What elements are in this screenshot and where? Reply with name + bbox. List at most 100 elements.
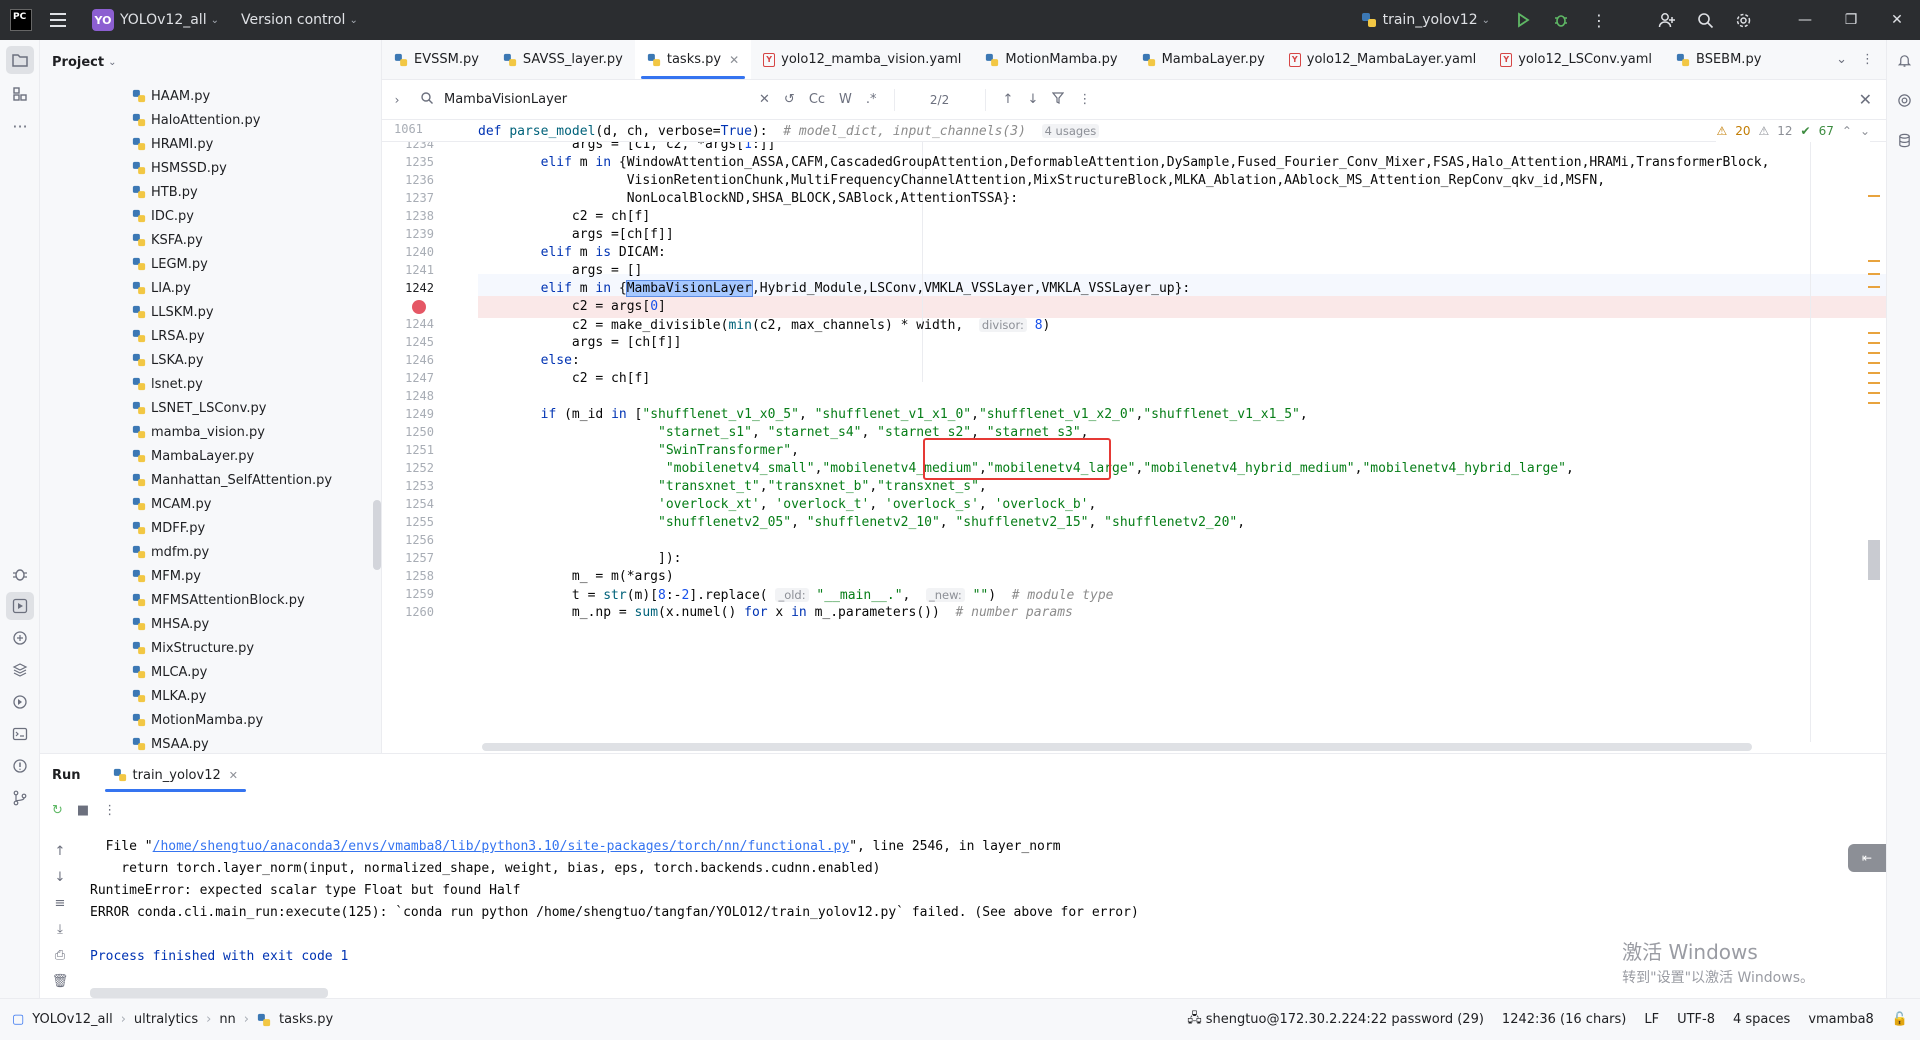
regex-toggle[interactable]: .* <box>866 92 877 107</box>
database-icon[interactable] <box>1892 128 1916 152</box>
trash-icon[interactable]: 🗑 <box>40 968 80 994</box>
caret-position[interactable]: 1242:36 (16 chars) <box>1502 1012 1626 1027</box>
search-icon[interactable] <box>1686 0 1724 40</box>
tab-tasks-py[interactable]: tasks.py ✕ <box>634 40 752 79</box>
search-icon[interactable] <box>412 91 442 109</box>
tab-evssm-py[interactable]: EVSSM.py <box>382 40 491 79</box>
file-tree-item[interactable]: MixStructure.py <box>40 636 381 660</box>
file-tree-item[interactable]: HaloAttention.py <box>40 108 381 132</box>
file-tree-item[interactable]: MotionMamba.py <box>40 708 381 732</box>
rerun-icon[interactable]: ↻ <box>52 803 63 818</box>
breakpoint-icon[interactable] <box>412 300 426 314</box>
file-tree-item[interactable]: MDFF.py <box>40 516 381 540</box>
file-tree-item[interactable]: Manhattan_SelfAttention.py <box>40 468 381 492</box>
python-interpreter[interactable]: vmamba8 <box>1808 1012 1873 1027</box>
version-control-menu[interactable]: Version control <box>241 12 345 28</box>
file-tree-item[interactable]: lsnet.py <box>40 372 381 396</box>
python-console-icon[interactable] <box>6 624 34 652</box>
terminal-icon[interactable] <box>6 720 34 748</box>
file-tree-item[interactable]: LLSKM.py <box>40 300 381 324</box>
tab-mambalayer-py[interactable]: MambaLayer.py <box>1130 40 1277 79</box>
project-name[interactable]: YOLOv12_all <box>120 12 207 28</box>
file-tree-item[interactable]: LSNET_LSConv.py <box>40 396 381 420</box>
tab-savss-layer-py[interactable]: SAVSS_layer.py <box>491 40 635 79</box>
tab-yolo12-lsconv-yaml[interactable]: Yyolo12_LSConv.yaml <box>1488 40 1664 79</box>
more-actions-icon[interactable]: ⋮ <box>103 803 116 818</box>
code-editor[interactable]: 1061 def parse_model(d, ch, verbose=True… <box>382 120 1886 753</box>
problems-icon[interactable] <box>6 752 34 780</box>
scroll-to-end-icon[interactable]: ⤓ <box>40 916 80 942</box>
breadcrumb-item[interactable]: YOLOv12_all <box>32 1012 112 1027</box>
chevron-up-icon[interactable]: ⌃ <box>1842 124 1852 138</box>
filter-icon[interactable] <box>1052 91 1065 108</box>
chevron-down-icon[interactable]: ⌄ <box>1860 124 1870 138</box>
editor-scroll-thumb[interactable] <box>1868 540 1880 580</box>
file-tree-item[interactable]: IDC.py <box>40 204 381 228</box>
restore-icon[interactable]: ❐ <box>1828 0 1874 40</box>
add-user-icon[interactable] <box>1648 0 1686 40</box>
scroll-down-icon[interactable]: ↓ <box>40 864 80 890</box>
sticky-function-header[interactable]: 1061 def parse_model(d, ch, verbose=True… <box>382 120 1886 142</box>
file-tree-item[interactable]: MSAA.py <box>40 732 381 753</box>
chevron-down-icon[interactable]: ⌄ <box>1836 52 1847 67</box>
file-tree-item[interactable]: MambaLayer.py <box>40 444 381 468</box>
close-icon[interactable]: ✕ <box>1874 0 1920 40</box>
file-tree-item[interactable]: LIA.py <box>40 276 381 300</box>
main-menu-icon[interactable] <box>50 13 74 27</box>
ai-assistant-icon[interactable] <box>1892 88 1916 112</box>
find-input[interactable] <box>442 91 752 108</box>
lock-icon[interactable]: 🔓 <box>1892 1012 1908 1027</box>
layers-icon[interactable] <box>6 656 34 684</box>
remote-connection[interactable]: shengtuo@172.30.2.224:22 password (29) <box>1206 1012 1484 1027</box>
file-tree-item[interactable]: MCAM.py <box>40 492 381 516</box>
horizontal-scrollbar[interactable] <box>482 743 1752 751</box>
chevron-down-icon[interactable]: ⌄ <box>108 57 116 68</box>
clear-search-icon[interactable]: ✕ <box>759 92 770 107</box>
file-tree-item[interactable]: MLCA.py <box>40 660 381 684</box>
notifications-icon[interactable] <box>1892 48 1916 72</box>
file-tree-item[interactable]: KSFA.py <box>40 228 381 252</box>
tab-bsebm-py[interactable]: BSEBM.py <box>1664 40 1773 79</box>
run-tool-icon[interactable] <box>6 592 34 620</box>
tab-yolo12-mamba-vision-yaml[interactable]: Yyolo12_mamba_vision.yaml <box>751 40 973 79</box>
more-actions-icon[interactable]: ⋮ <box>1078 92 1091 107</box>
file-tree-item[interactable]: HAAM.py <box>40 84 381 108</box>
indentation[interactable]: 4 spaces <box>1733 1012 1790 1027</box>
code-area[interactable]: c1 = ch[f] args = [c1, c2, *args[1:]] el… <box>478 120 1886 753</box>
project-panel-header[interactable]: Project ⌄ <box>40 40 381 84</box>
file-tree-item[interactable]: mdfm.py <box>40 540 381 564</box>
bug-icon[interactable] <box>6 560 34 588</box>
git-icon[interactable] <box>6 784 34 812</box>
file-tree-item[interactable]: MFMSAttentionBlock.py <box>40 588 381 612</box>
run-icon[interactable] <box>1504 0 1542 40</box>
inspection-widget[interactable]: ⚠ 20 ⚠ 12 ✔ 67 ⌃ ⌄ <box>1716 120 1870 142</box>
chevron-down-icon[interactable]: ⌄ <box>349 15 357 26</box>
minimize-icon[interactable]: — <box>1782 0 1828 40</box>
breadcrumb-item[interactable]: tasks.py <box>279 1012 333 1027</box>
project-scrollbar[interactable] <box>373 500 381 570</box>
breadcrumb-item[interactable]: ultralytics <box>134 1012 198 1027</box>
close-find-icon[interactable]: ✕ <box>1859 90 1872 109</box>
console-horizontal-scrollbar[interactable] <box>90 988 328 998</box>
stop-icon[interactable]: ■ <box>77 803 89 818</box>
history-icon[interactable]: ↺ <box>784 92 795 107</box>
file-tree-item[interactable]: LSKA.py <box>40 348 381 372</box>
services-icon[interactable] <box>6 688 34 716</box>
run-tab[interactable]: train_yolov12 ✕ <box>104 754 247 796</box>
console-output[interactable]: File "/home/shengtuo/anaconda3/envs/vmam… <box>90 836 1886 998</box>
project-badge[interactable]: YO <box>92 9 114 31</box>
tab-motionmamba-py[interactable]: MotionMamba.py <box>973 40 1129 79</box>
next-match-icon[interactable]: ↓ <box>1027 92 1038 107</box>
more-actions-icon[interactable]: ⋮ <box>1861 52 1874 67</box>
more-tools-icon[interactable]: ··· <box>6 112 34 140</box>
file-encoding[interactable]: UTF-8 <box>1677 1012 1715 1027</box>
words-toggle[interactable]: W <box>839 92 852 107</box>
more-actions-icon[interactable]: ⋮ <box>1580 0 1618 40</box>
gear-icon[interactable] <box>1724 0 1762 40</box>
file-tree-item[interactable]: HTB.py <box>40 180 381 204</box>
close-icon[interactable]: ✕ <box>729 53 739 67</box>
structure-icon[interactable] <box>6 80 34 108</box>
tab-yolo12-mambalayer-yaml[interactable]: Yyolo12_MambaLayer.yaml <box>1277 40 1488 79</box>
run-configuration-selector[interactable]: train_yolov12 ⌄ <box>1361 12 1490 28</box>
breadcrumb-item[interactable]: nn <box>219 1012 235 1027</box>
